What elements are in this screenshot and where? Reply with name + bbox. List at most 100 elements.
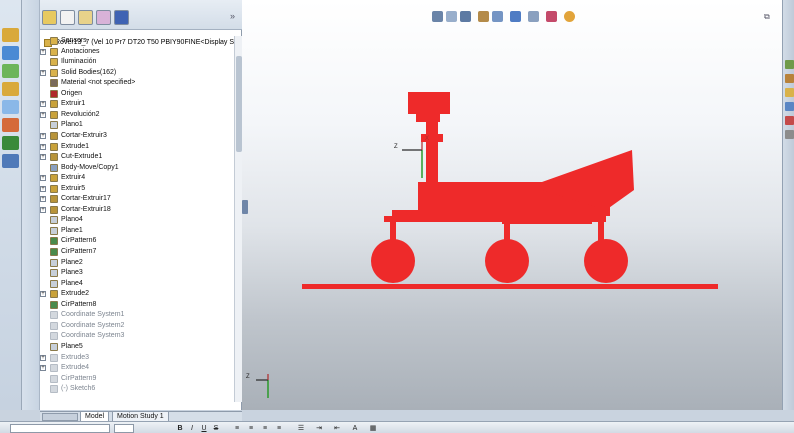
evaluate-icon[interactable]	[2, 136, 19, 150]
panel-splitter-handle[interactable]	[242, 200, 248, 214]
tree-item[interactable]: + Anotaciones	[40, 47, 234, 57]
tree-item[interactable]: Plane4	[40, 279, 234, 289]
tree-item[interactable]: CirPattern7	[40, 247, 234, 257]
dimxpert-manager-tab-icon[interactable]	[96, 10, 111, 25]
tree-item[interactable]: Material <not specified>	[40, 78, 234, 88]
expand-panel-icon[interactable]: »	[230, 11, 235, 21]
tree-item[interactable]: CirPattern6	[40, 236, 234, 246]
feature-tool-icon[interactable]	[2, 64, 19, 78]
underline-button[interactable]: U	[200, 424, 208, 433]
tree-item[interactable]: CirPattern8	[40, 300, 234, 310]
expand-toggle-icon[interactable]: +	[40, 101, 46, 108]
tree-item-label: CirPattern7	[61, 248, 97, 255]
tree-item[interactable]: + Extrude2	[40, 289, 234, 299]
sheet-metal-icon[interactable]	[2, 100, 19, 114]
tree-item[interactable]: Sensors	[40, 36, 234, 46]
surface-tool-icon[interactable]	[2, 82, 19, 96]
configuration-manager-tab-icon[interactable]	[78, 10, 93, 25]
expand-toggle-icon[interactable]: +	[40, 196, 46, 203]
expand-toggle-icon[interactable]: +	[40, 143, 46, 150]
tree-item[interactable]: + Revolución2	[40, 110, 234, 120]
tree-scrollbar[interactable]	[234, 36, 242, 402]
align-left-icon[interactable]: ≡	[232, 424, 242, 433]
tree-item[interactable]: Body-Move/Copy1	[40, 163, 234, 173]
justify-icon[interactable]: ≡	[274, 424, 284, 433]
tree-item[interactable]: + Extrude1	[40, 142, 234, 152]
tree-item[interactable]: + Extruir4	[40, 173, 234, 183]
part-icon[interactable]	[2, 28, 19, 42]
property-manager-tab-icon[interactable]	[60, 10, 75, 25]
font-select[interactable]	[10, 424, 110, 433]
tree-item[interactable]: + Extruir1	[40, 99, 234, 109]
tree-item[interactable]: CirPattern9	[40, 374, 234, 384]
feature-tree-tab-icon[interactable]	[42, 10, 57, 25]
circular-pattern-icon	[50, 374, 58, 383]
indent-icon[interactable]: ⇥	[314, 424, 324, 433]
expand-toggle-icon[interactable]: +	[40, 69, 46, 76]
resources-icon[interactable]	[785, 60, 794, 69]
triad-label-z: Z	[394, 144, 398, 150]
tree-item[interactable]: Coordinate System2	[40, 321, 234, 331]
italic-button[interactable]: I	[188, 424, 196, 433]
align-right-icon[interactable]: ≡	[260, 424, 270, 433]
tree-item[interactable]: + Solid Bodies(162)	[40, 68, 234, 78]
align-center-icon[interactable]: ≡	[246, 424, 256, 433]
expand-toggle-icon[interactable]: +	[40, 354, 46, 361]
weldments-icon[interactable]	[2, 118, 19, 132]
dimxpert-icon[interactable]	[2, 154, 19, 168]
tree-item[interactable]: Plane3	[40, 268, 234, 278]
tree-item[interactable]: Plano4	[40, 215, 234, 225]
display-manager-tab-icon[interactable]	[114, 10, 129, 25]
circular-pattern-icon	[50, 248, 58, 256]
tree-item-label: Extrude3	[61, 353, 90, 361]
tree-item[interactable]: Coordinate System3	[40, 331, 234, 341]
tree-item[interactable]: + Cortar-Extruir17	[40, 194, 234, 204]
expand-toggle-icon[interactable]: +	[40, 154, 46, 161]
graphics-area[interactable]: ⧉ Z X Z	[242, 0, 782, 410]
highlight-icon[interactable]: ▦	[368, 424, 378, 433]
tree-item[interactable]: Plane1	[40, 226, 234, 236]
expand-toggle-icon[interactable]: +	[40, 111, 46, 118]
tree-item[interactable]: Plane2	[40, 258, 234, 268]
expand-toggle-icon[interactable]: +	[40, 132, 46, 139]
design-library-icon[interactable]	[785, 74, 794, 83]
ground-plane	[302, 284, 718, 289]
expand-toggle-icon[interactable]: +	[40, 206, 46, 213]
font-size-select[interactable]	[114, 424, 134, 433]
expand-toggle-icon[interactable]: +	[40, 291, 46, 298]
expand-toggle-icon[interactable]: +	[40, 185, 46, 192]
bold-button[interactable]: B	[176, 424, 184, 433]
rear-leg	[598, 212, 604, 242]
appearances-icon[interactable]	[785, 116, 794, 125]
tree-item[interactable]: Plane5	[40, 342, 234, 352]
tree-item[interactable]: + Extruir5	[40, 184, 234, 194]
tree-item[interactable]: + Extrude4	[40, 363, 234, 373]
expand-toggle-icon[interactable]: +	[40, 175, 46, 182]
file-explorer-icon[interactable]	[785, 88, 794, 97]
outdent-icon[interactable]: ⇤	[332, 424, 342, 433]
extrude-icon	[50, 353, 58, 362]
custom-properties-icon[interactable]	[785, 130, 794, 139]
sketch-tool-icon[interactable]	[2, 46, 19, 60]
tree-item[interactable]: + Extrude3	[40, 353, 234, 363]
tree-item[interactable]: Plano1	[40, 120, 234, 130]
tree-item[interactable]: (-) Sketch6	[40, 384, 234, 394]
view-palette-icon[interactable]	[785, 102, 794, 111]
list-icon[interactable]: ☰	[296, 424, 306, 433]
tree-item-label: Plane5	[61, 342, 83, 350]
expand-toggle-icon[interactable]: +	[40, 365, 46, 372]
tree-item[interactable]: + Cortar-Extruir18	[40, 205, 234, 215]
tree-item[interactable]: Coordinate System1	[40, 310, 234, 320]
strikethrough-button[interactable]: S	[212, 424, 220, 433]
extrude-icon	[50, 174, 58, 183]
tree-item-label: Material <not specified>	[61, 79, 136, 87]
expand-toggle-icon[interactable]: +	[40, 48, 46, 55]
circular-pattern-icon	[50, 237, 58, 246]
tree-item[interactable]: Iluminación	[40, 57, 234, 67]
tree-item[interactable]: Origen	[40, 89, 234, 99]
tree-item[interactable]: + Cortar-Extruir3	[40, 131, 234, 141]
tab-scroll-arrows[interactable]	[42, 413, 78, 421]
tree-item[interactable]: + Cut-Extrude1	[40, 152, 234, 162]
coordinate-system-icon	[50, 311, 58, 320]
text-color-icon[interactable]: A	[350, 424, 360, 433]
